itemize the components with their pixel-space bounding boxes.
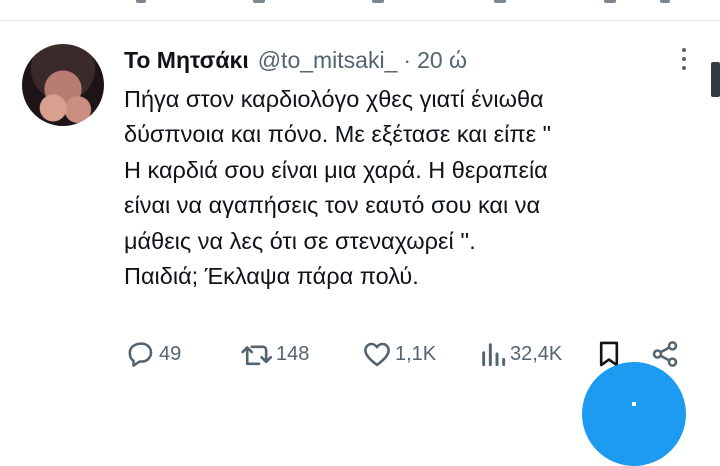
views-count: 32,4K — [510, 342, 563, 365]
compose-button[interactable] — [582, 362, 686, 466]
tweet-text-line: μάθεις να λες ότι σε στεναχωρεί ''. — [124, 227, 476, 254]
display-name[interactable]: Το Μητσάκι — [124, 47, 249, 74]
user-handle[interactable]: @to_mitsaki_ — [258, 47, 398, 74]
tweet-text-line: Παιδιά; Έκλαψα πάρα πολύ. — [124, 263, 419, 290]
tweet-actions: 49 148 1,1K 32,4K — [124, 336, 694, 372]
share-icon — [652, 341, 678, 367]
previous-like-icon[interactable] — [372, 0, 384, 3]
views-icon — [482, 343, 506, 367]
compose-icon — [632, 402, 636, 406]
views-button[interactable]: 32,4K — [478, 336, 562, 372]
tweet-header: Το Μητσάκι @to_mitsaki_ · 20 ώ — [124, 42, 467, 78]
tweet-text-line: είναι να αγαπήσεις τον εαυτό σου και να — [124, 192, 541, 219]
retweet-button[interactable]: 148 — [240, 336, 309, 372]
tweet-text-line: Η καρδιά σου είναι μια χαρά. Η θεραπεία — [124, 156, 548, 183]
like-button[interactable]: 1,1K — [361, 336, 436, 372]
previous-views-icon[interactable] — [494, 0, 506, 3]
reply-button[interactable]: 49 — [125, 336, 181, 372]
avatar[interactable] — [22, 44, 104, 126]
like-count: 1,1K — [395, 342, 437, 365]
previous-retweet-icon[interactable] — [253, 0, 265, 3]
previous-bookmark-icon[interactable] — [604, 0, 616, 3]
tweet-timestamp[interactable]: 20 ώ — [417, 47, 467, 74]
previous-tweet-actions — [0, 0, 720, 20]
tweet-text-line: Πήγα στον καρδιολόγο χθες γιατί ένιωθα — [124, 86, 544, 112]
reply-icon — [128, 342, 153, 367]
tweet-text-line: δύσπνοια και πόνο. Με εξέτασε και είπε " — [124, 121, 551, 148]
separator-dot: · — [403, 46, 412, 73]
previous-share-icon[interactable] — [660, 0, 670, 3]
tweet-divider — [0, 20, 720, 21]
more-icon[interactable] — [674, 44, 694, 74]
heart-icon — [364, 342, 390, 367]
reply-count: 49 — [159, 342, 182, 365]
scrollbar[interactable] — [711, 62, 720, 97]
previous-reply-icon[interactable] — [136, 0, 146, 3]
retweet-icon — [241, 345, 273, 366]
tweet-text: Πήγα στον καρδιολόγο χθες γιατί ένιωθα δ… — [124, 82, 694, 294]
retweet-count: 148 — [276, 342, 310, 365]
